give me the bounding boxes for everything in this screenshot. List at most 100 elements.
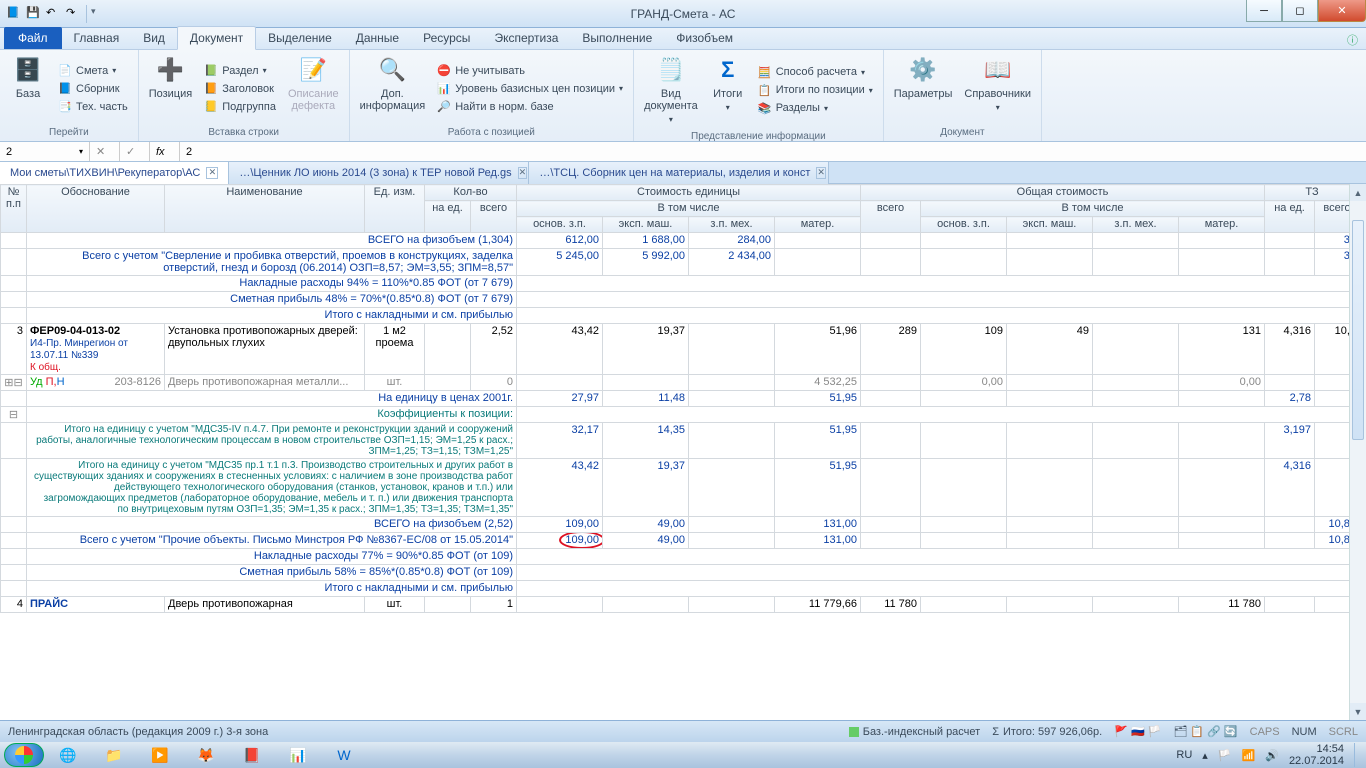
poziciya-button[interactable]: ➕Позиция <box>145 52 197 125</box>
itogi-button[interactable]: ΣИтоги▾ <box>706 52 750 129</box>
th-mat2[interactable]: матер. <box>1179 217 1265 233</box>
th-obosn[interactable]: Обоснование <box>27 185 165 233</box>
scroll-up-icon[interactable]: ▲ <box>1350 184 1366 201</box>
table-row[interactable]: Итого с накладными и см. прибылью <box>1 308 1360 324</box>
neuchityvat-button[interactable]: ⛔Не учитывать <box>433 63 627 78</box>
uroven-button[interactable]: 📊Уровень базисных цен позиции ▾ <box>433 81 627 96</box>
table-row[interactable]: На единицу в ценах 2001г.27,9711,4851,95… <box>1 391 1360 407</box>
minimize-button[interactable]: ─ <box>1246 0 1282 22</box>
table-row[interactable]: ⊟Коэффициенты к позиции: <box>1 407 1360 423</box>
maximize-button[interactable]: ◻ <box>1282 0 1318 22</box>
doc-tab-1[interactable]: …\Ценник ЛО июнь 2014 (3 зона) к ТЕР нов… <box>229 162 529 184</box>
help-icon[interactable]: ⓘ <box>1347 32 1358 48</box>
th-zpm2[interactable]: з.п. мех. <box>1093 217 1179 233</box>
table-row[interactable]: 4ПРАЙСДверь противопожарнаяшт.1 11 779,6… <box>1 597 1360 613</box>
task-word[interactable]: W <box>322 744 366 766</box>
tab-ekspertiza[interactable]: Экспертиза <box>482 27 570 49</box>
table-row[interactable]: ВСЕГО на физобъем (1,304)612,001 688,002… <box>1 233 1360 249</box>
status-baz[interactable]: Баз.-индексный расчет <box>849 726 980 738</box>
razdel-button[interactable]: 📗Раздел ▾ <box>200 63 280 78</box>
qat-dropdown-icon[interactable]: ▾ <box>91 6 107 22</box>
th-ed[interactable]: Ед. изм. <box>365 185 425 233</box>
th-mat1[interactable]: матер. <box>775 217 861 233</box>
th-vsego1[interactable]: всего <box>471 201 517 233</box>
task-media[interactable]: ▶️ <box>138 744 182 766</box>
th-tna[interactable]: на ед. <box>1265 201 1315 233</box>
file-tab[interactable]: Файл <box>4 27 62 49</box>
formula-input[interactable]: 2 <box>180 146 1366 158</box>
estimate-table[interactable]: № п.п Обоснование Наименование Ед. изм. … <box>0 184 1360 613</box>
th-stoimed[interactable]: Стоимость единицы <box>517 185 861 201</box>
itogipoz-button[interactable]: 📋Итоги по позиции ▾ <box>754 83 877 98</box>
th-obshst[interactable]: Общая стоимость <box>861 185 1265 201</box>
table-row[interactable]: ВСЕГО на физобъем (2,52)109,0049,00131,0… <box>1 517 1360 533</box>
th-tz[interactable]: ТЗ <box>1265 185 1360 201</box>
base-button[interactable]: 🗄️База <box>6 52 50 125</box>
accept-formula[interactable]: ✓ <box>120 142 150 161</box>
tree-toggle[interactable]: ⊞⊟ <box>1 375 27 391</box>
save-icon[interactable]: 💾 <box>26 6 42 22</box>
podgruppa-button[interactable]: 📒Подгруппа <box>200 99 280 114</box>
scroll-down-icon[interactable]: ▼ <box>1350 703 1366 720</box>
th-vtcn2[interactable]: В том числе <box>921 201 1265 217</box>
tab-vypolnenie[interactable]: Выполнение <box>570 27 664 49</box>
tray-clock[interactable]: 14:5422.07.2014 <box>1289 743 1344 767</box>
tab-fizobem[interactable]: Физобъем <box>664 27 745 49</box>
close-button[interactable]: ✕ <box>1318 0 1366 22</box>
close-tab-icon[interactable]: ✕ <box>206 167 218 179</box>
undo-icon[interactable]: ↶ <box>46 6 62 22</box>
tray-volume-icon[interactable]: 🔊 <box>1265 749 1279 762</box>
start-button[interactable] <box>4 743 44 767</box>
spravochniki-button[interactable]: 📖Справочники▾ <box>960 52 1035 125</box>
viddoc-button[interactable]: 🗒️Вид документа▾ <box>640 52 702 129</box>
status-icons[interactable]: 🗂 📋 🔗 🔄 <box>1173 725 1237 738</box>
table-row[interactable]: ⊞⊟ Уд П,Н 203-8126 Дверь противопожарная… <box>1 375 1360 391</box>
th-vtcn1[interactable]: В том числе <box>517 201 861 217</box>
task-explorer[interactable]: 📁 <box>92 744 136 766</box>
sposob-button[interactable]: 🧮Способ расчета ▾ <box>754 65 877 80</box>
table-row[interactable]: Итого на единицу с учетом "МДС35 пр.1 т.… <box>1 459 1360 517</box>
th-zpm1[interactable]: з.п. мех. <box>689 217 775 233</box>
tray-show-hidden-icon[interactable]: ▴ <box>1202 749 1208 762</box>
dopinfo-button[interactable]: 🔍Доп. информация <box>356 52 430 125</box>
tab-glavnaya[interactable]: Главная <box>62 27 132 49</box>
parametry-button[interactable]: ⚙️Параметры <box>890 52 957 125</box>
tab-dokument[interactable]: Документ <box>177 26 256 50</box>
table-row[interactable]: 3 ФЕР09-04-013-02И4-Пр. Минрегион от 13.… <box>1 324 1360 375</box>
fx-button[interactable]: fx <box>150 142 180 161</box>
tray-lang[interactable]: RU <box>1176 749 1192 761</box>
task-adobe[interactable]: 📕 <box>230 744 274 766</box>
redo-icon[interactable]: ↷ <box>66 6 82 22</box>
th-eksp2[interactable]: эксп. маш. <box>1007 217 1093 233</box>
zagolovok-button[interactable]: 📙Заголовок <box>200 81 280 96</box>
th-osn1[interactable]: основ. з.п. <box>517 217 603 233</box>
table-row[interactable]: Накладные расходы 77% = 90%*0.85 ФОТ (от… <box>1 549 1360 565</box>
scroll-thumb[interactable] <box>1352 220 1364 440</box>
th-name[interactable]: Наименование <box>165 185 365 233</box>
tab-resursy[interactable]: Ресурсы <box>411 27 482 49</box>
table-row[interactable]: Итого на единицу с учетом "МДС35-IV п.4.… <box>1 423 1360 459</box>
techchast-button[interactable]: 📑Тех. часть <box>54 99 132 114</box>
task-firefox[interactable]: 🦊 <box>184 744 228 766</box>
table-row[interactable]: Всего с учетом "Сверление и пробивка отв… <box>1 249 1360 276</box>
smeta-button[interactable]: 📄Смета ▾ <box>54 63 132 78</box>
tree-toggle[interactable]: ⊟ <box>1 407 27 423</box>
tab-vid[interactable]: Вид <box>131 27 177 49</box>
table-row[interactable]: Итого с накладными и см. прибылью <box>1 581 1360 597</box>
th-num[interactable]: № п.п <box>1 185 27 233</box>
task-grand[interactable]: 📊 <box>276 744 320 766</box>
close-tab-icon[interactable]: ✕ <box>816 167 826 179</box>
table-row[interactable]: Всего с учетом "Прочие объекты. Письмо М… <box>1 533 1360 549</box>
grid-area[interactable]: № п.п Обоснование Наименование Ед. изм. … <box>0 184 1366 720</box>
naiti-button[interactable]: 🔎Найти в норм. базе <box>433 99 627 114</box>
vertical-scrollbar[interactable]: ▲ ▼ <box>1349 184 1366 720</box>
th-vsego2[interactable]: всего <box>861 201 921 233</box>
cell-ref[interactable]: 2 ▾ <box>0 142 90 161</box>
tray-network-icon[interactable]: 📶 <box>1242 749 1256 762</box>
th-naed[interactable]: на ед. <box>425 201 471 233</box>
table-row[interactable]: Накладные расходы 94% = 110%*0.85 ФОТ (о… <box>1 276 1360 292</box>
doc-tab-2[interactable]: …\ТСЦ. Сборник цен на материалы, изделия… <box>529 162 829 184</box>
status-flags[interactable]: 🚩 🇷🇺 🏳️ <box>1114 725 1161 738</box>
table-row[interactable]: Сметная прибыль 48% = 70%*(0.85*0.8) ФОТ… <box>1 292 1360 308</box>
close-tab-icon[interactable]: ✕ <box>518 167 528 179</box>
